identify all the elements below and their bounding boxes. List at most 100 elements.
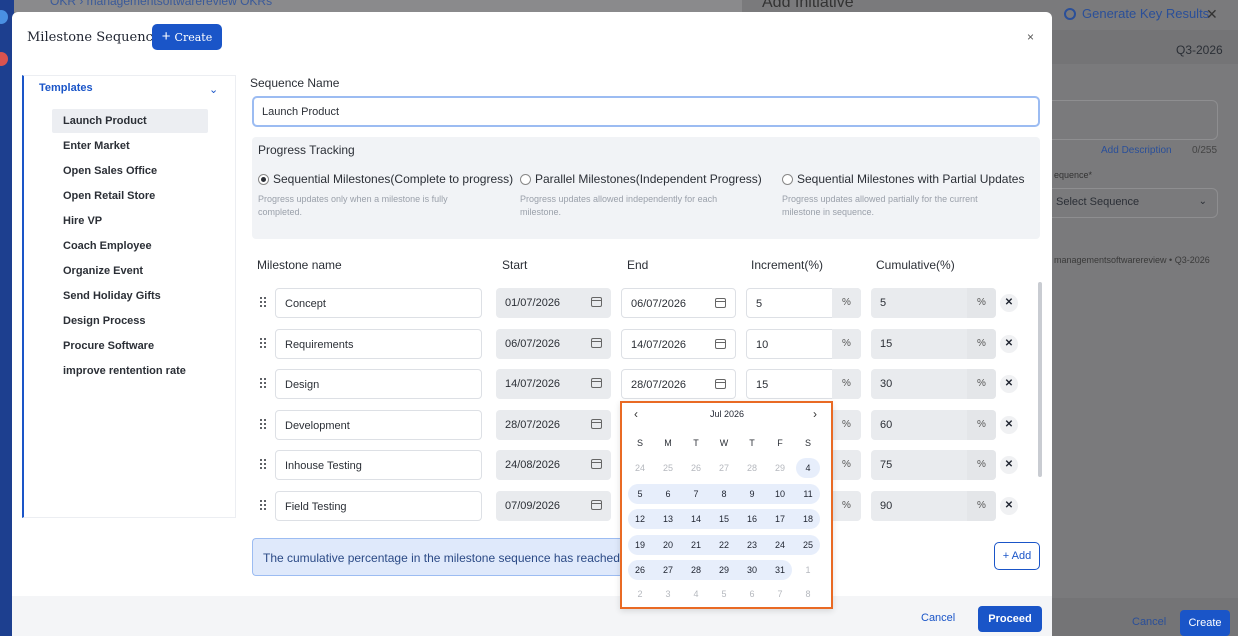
scrollbar[interactable] — [1038, 282, 1042, 477]
description-field[interactable] — [1052, 100, 1218, 140]
calendar-icon[interactable] — [715, 379, 726, 389]
template-item[interactable]: improve rentention rate — [52, 359, 208, 383]
template-item[interactable]: Organize Event — [52, 259, 208, 283]
close-icon[interactable]: × — [1027, 30, 1034, 44]
calendar-day[interactable]: 15 — [710, 509, 738, 529]
end-date-value: 06/07/2026 — [631, 298, 687, 310]
template-item[interactable]: Design Process — [52, 309, 208, 333]
end-date-input[interactable]: 28/07/2026 — [621, 369, 736, 399]
template-item[interactable]: Open Sales Office — [52, 159, 208, 183]
delete-row-icon[interactable]: ✕ — [1000, 294, 1018, 312]
calendar-day[interactable]: 28 — [682, 560, 710, 580]
calendar-day[interactable]: 7 — [682, 484, 710, 504]
chevron-down-icon: ⌄ — [1198, 196, 1207, 207]
sequence-name-input[interactable]: Launch Product — [252, 96, 1040, 127]
milestone-name-input[interactable]: Requirements — [275, 328, 482, 359]
calendar-day[interactable]: 29 — [710, 560, 738, 580]
proceed-button[interactable]: Proceed — [978, 606, 1042, 632]
add-description-link[interactable]: Add Description — [1101, 145, 1172, 156]
delete-row-icon[interactable]: ✕ — [1000, 375, 1018, 393]
calendar-day[interactable]: 23 — [738, 535, 766, 555]
calendar-day[interactable]: 16 — [738, 509, 766, 529]
delete-row-icon[interactable]: ✕ — [1000, 334, 1018, 353]
milestone-name-input[interactable]: Inhouse Testing — [275, 450, 482, 480]
cumulative-percent-suffix: % — [967, 490, 996, 521]
option-parallel[interactable]: Parallel Milestones(Independent Progress… — [520, 172, 762, 186]
calendar-day[interactable]: 9 — [738, 484, 766, 504]
initiative-meta: managementsoftwarereview • Q3-2026 — [1054, 255, 1210, 265]
templates-heading[interactable]: Templates — [39, 82, 93, 94]
delete-row-icon[interactable]: ✕ — [1000, 456, 1018, 474]
calendar-day[interactable]: 27 — [654, 560, 682, 580]
delete-row-icon[interactable]: ✕ — [1000, 415, 1018, 434]
calendar-day[interactable]: 10 — [766, 484, 794, 504]
option-sequential[interactable]: Sequential Milestones(Complete to progre… — [258, 172, 513, 186]
calendar-day: 8 — [805, 589, 811, 599]
next-month-icon[interactable]: › — [813, 407, 817, 421]
drag-handle-icon[interactable] — [259, 418, 269, 432]
calendar-day[interactable]: 31 — [766, 560, 794, 580]
weekday-header: F — [777, 438, 783, 448]
panel-create-button[interactable]: Create — [1180, 610, 1230, 636]
end-date-input[interactable]: 06/07/2026 — [621, 288, 736, 318]
panel-cancel-button[interactable]: Cancel — [1132, 616, 1166, 628]
radio-partial[interactable] — [782, 173, 793, 185]
drag-handle-icon[interactable] — [259, 458, 269, 472]
calendar-day[interactable]: 19 — [626, 535, 654, 555]
calendar-day[interactable]: 18 — [794, 509, 822, 529]
calendar-day[interactable]: 21 — [682, 535, 710, 555]
start-date-value: 14/07/2026 — [505, 378, 561, 390]
drag-handle-icon[interactable] — [259, 337, 269, 351]
calendar-day[interactable]: 11 — [794, 484, 822, 504]
calendar-day[interactable]: 26 — [626, 560, 654, 580]
template-item[interactable]: Hire VP — [52, 209, 208, 233]
add-milestone-button[interactable]: + Add — [994, 542, 1040, 570]
calendar-day[interactable]: 22 — [710, 535, 738, 555]
previous-month-icon[interactable]: ‹ — [634, 407, 638, 421]
cancel-button[interactable]: Cancel — [921, 612, 955, 624]
app-logo-icon — [0, 10, 8, 24]
calendar-day[interactable]: 20 — [654, 535, 682, 555]
calendar-day[interactable]: 17 — [766, 509, 794, 529]
calendar-icon[interactable] — [715, 338, 726, 349]
calendar-day[interactable]: 6 — [654, 484, 682, 504]
template-item[interactable]: Coach Employee — [52, 234, 208, 258]
radio-parallel[interactable] — [520, 173, 531, 185]
template-item[interactable]: Enter Market — [52, 134, 208, 158]
chevron-down-icon[interactable]: ⌄ — [209, 83, 218, 96]
month-label[interactable]: Jul 2026 — [710, 409, 744, 419]
calendar-day[interactable]: 8 — [710, 484, 738, 504]
template-item[interactable]: Launch Product — [52, 109, 208, 133]
option-partial[interactable]: Sequential Milestones with Partial Updat… — [782, 172, 1024, 186]
drag-handle-icon[interactable] — [259, 499, 269, 513]
drag-handle-icon[interactable] — [259, 377, 269, 391]
calendar-day[interactable]: 25 — [794, 535, 822, 555]
calendar-day[interactable]: 30 — [738, 560, 766, 580]
calendar-day[interactable]: 5 — [626, 484, 654, 504]
template-item[interactable]: Send Holiday Gifts — [52, 284, 208, 308]
generate-key-results-button[interactable]: Generate Key Results — [1064, 6, 1209, 21]
milestone-name-input[interactable]: Concept — [275, 288, 482, 318]
select-sequence-dropdown[interactable]: Select Sequence ⌄ — [1052, 188, 1218, 218]
increment-percent-suffix: % — [832, 450, 861, 480]
start-date-value: 06/07/2026 — [505, 337, 561, 350]
panel-close-icon[interactable]: ✕ — [1206, 6, 1218, 23]
calendar-day[interactable]: 14 — [682, 509, 710, 529]
template-item[interactable]: Open Retail Store — [52, 184, 208, 208]
milestone-name-input[interactable]: Field Testing — [275, 490, 482, 521]
template-item[interactable]: Procure Software — [52, 334, 208, 358]
cumulative-percent-suffix: % — [967, 288, 996, 318]
drag-handle-icon[interactable] — [259, 296, 269, 310]
end-date-input[interactable]: 14/07/2026 — [621, 328, 736, 359]
calendar-day[interactable]: 13 — [654, 509, 682, 529]
delete-row-icon[interactable]: ✕ — [1000, 496, 1018, 515]
milestone-name-input[interactable]: Development — [275, 409, 482, 440]
radio-sequential[interactable] — [258, 173, 269, 185]
calendar-icon[interactable] — [715, 298, 726, 308]
milestone-name-input[interactable]: Design — [275, 369, 482, 399]
calendar-day[interactable]: 12 — [626, 509, 654, 529]
calendar-day[interactable]: 4 — [794, 458, 822, 478]
increment-percent-suffix: % — [832, 409, 861, 440]
calendar-day[interactable]: 24 — [766, 535, 794, 555]
create-template-button[interactable]: + Create — [152, 24, 222, 50]
